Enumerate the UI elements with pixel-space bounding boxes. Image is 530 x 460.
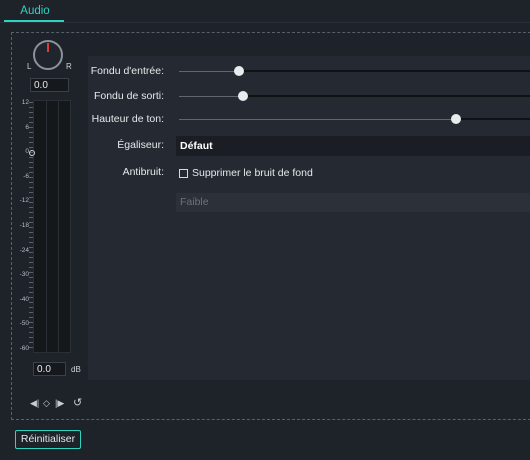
fade-out-track[interactable]: [243, 95, 530, 97]
meter-scale-label: -60: [19, 345, 29, 352]
pan-right-label: R: [66, 62, 72, 71]
meter-channel-divider: [58, 101, 59, 353]
meter-scale-label: -30: [19, 271, 29, 279]
meter-scale-label: -50: [19, 320, 29, 328]
meter-scale-label: 12: [21, 99, 29, 106]
undo-icon[interactable]: ↺: [73, 396, 82, 409]
fade-in-track-filled: [179, 71, 239, 72]
pan-left-label: L: [27, 62, 32, 71]
audio-settings-panel: [88, 56, 530, 380]
fade-out-label: Fondu de sorti:: [93, 90, 164, 102]
next-keyframe-icon[interactable]: |▶: [55, 398, 64, 409]
fade-in-slider-thumb[interactable]: [234, 66, 244, 76]
fade-out-track-filled: [179, 96, 243, 97]
denoise-level-select: Faible: [176, 193, 530, 212]
meter-channel-divider: [46, 101, 47, 353]
volume-meter: [33, 100, 71, 353]
tab-bar: Audio: [0, 0, 530, 23]
pan-knob[interactable]: [33, 40, 63, 70]
reset-button[interactable]: Réinitialiser: [15, 430, 81, 449]
meter-scale-label: -6: [23, 172, 29, 180]
fade-in-label: Fondu d'entrée:: [90, 65, 164, 77]
equalizer-dropdown[interactable]: Défaut: [176, 136, 530, 156]
meter-scale-label: 0: [25, 148, 29, 156]
active-tab-indicator: [4, 20, 64, 22]
denoise-label: Antibruit:: [122, 166, 164, 178]
fade-in-track[interactable]: [239, 70, 530, 72]
meter-scale-label: -12: [19, 197, 29, 205]
volume-unit-label: dB: [71, 365, 81, 374]
pan-value-input[interactable]: 0.0: [30, 78, 69, 92]
meter-scale-label: 6: [25, 123, 29, 131]
pan-knob-indicator: [47, 43, 49, 52]
volume-slider-handle[interactable]: [29, 150, 35, 156]
meter-scale-label: -40: [19, 295, 29, 303]
pitch-label: Hauteur de ton:: [91, 113, 164, 125]
fade-out-slider-thumb[interactable]: [238, 91, 248, 101]
meter-scale-label: -18: [19, 222, 29, 229]
meter-scale-label: -24: [19, 246, 29, 254]
denoise-checkbox-label[interactable]: Supprimer le bruit de fond: [192, 167, 313, 179]
pitch-track-filled: [179, 119, 456, 120]
volume-value-input[interactable]: 0.0: [33, 362, 66, 376]
equalizer-label: Égaliseur:: [117, 139, 164, 151]
denoise-checkbox[interactable]: [179, 169, 188, 178]
prev-keyframe-icon[interactable]: ◀|: [30, 398, 39, 409]
pitch-track[interactable]: [456, 118, 530, 120]
add-keyframe-icon[interactable]: ◇: [43, 398, 50, 409]
pitch-slider-thumb[interactable]: [451, 114, 461, 124]
